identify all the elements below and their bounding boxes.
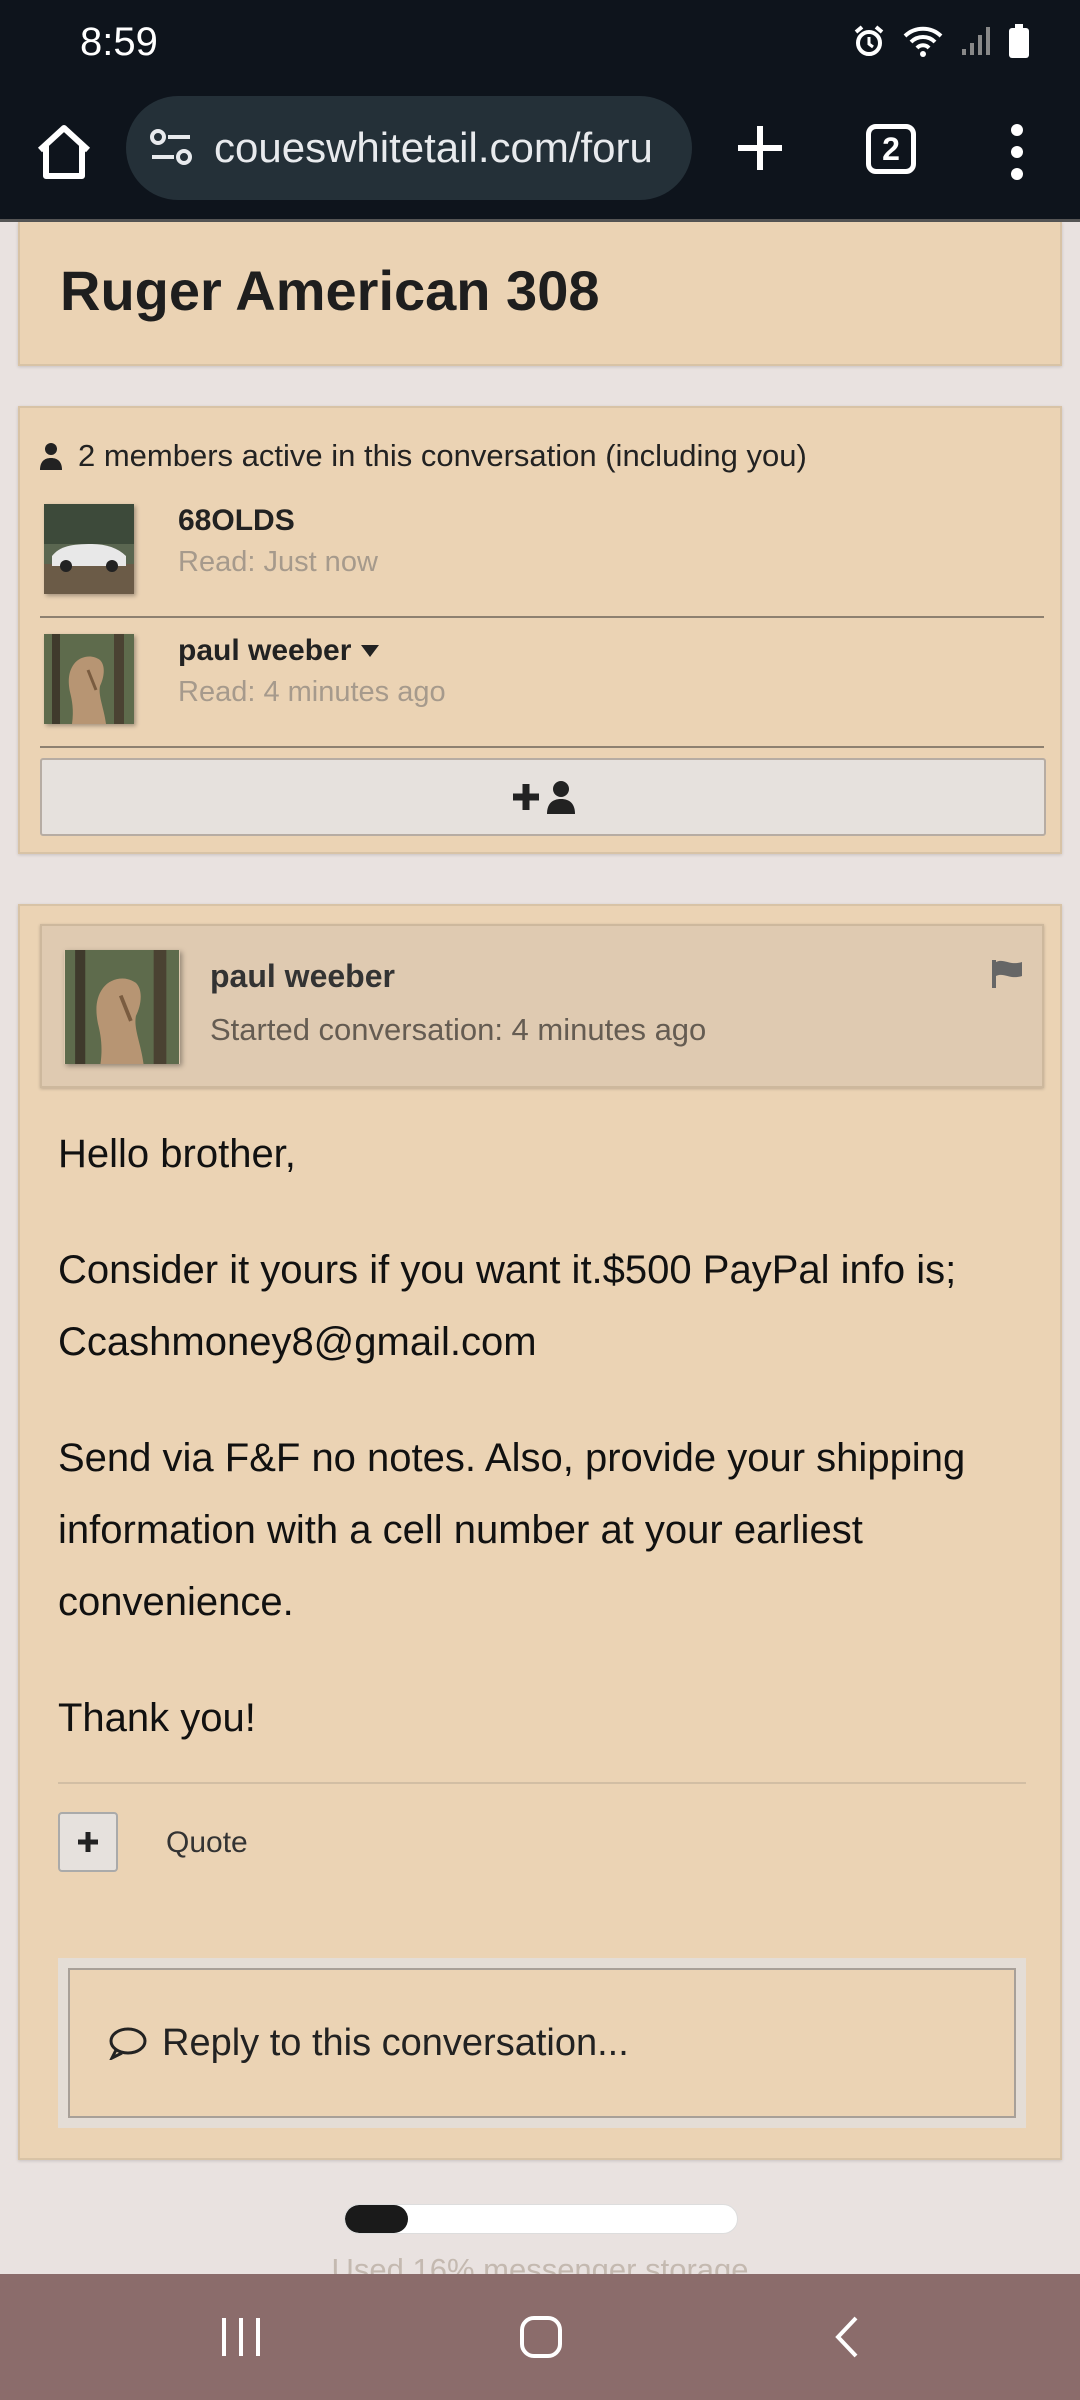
thread-title-card: Ruger American 308 bbox=[18, 222, 1062, 366]
storage-progress-fill bbox=[345, 2205, 408, 2233]
message-paragraph: Thank you! bbox=[58, 1696, 256, 1740]
message-started-time: Started conversation: 4 minutes ago bbox=[210, 1012, 707, 1047]
reply-placeholder[interactable]: Reply to this conversation... bbox=[162, 2022, 629, 2065]
message-author[interactable]: paul weeber bbox=[210, 958, 395, 995]
more-menu-icon[interactable] bbox=[1005, 120, 1029, 184]
recent-apps-icon[interactable] bbox=[218, 2314, 264, 2360]
message-body: Hello brother, Consider it yours if you … bbox=[58, 1118, 1038, 1798]
user-icon bbox=[40, 443, 62, 470]
member-read-status: Read: Just now bbox=[178, 546, 378, 578]
system-nav-bar bbox=[0, 2274, 1080, 2400]
invite-members-button[interactable] bbox=[40, 758, 1046, 836]
wifi-icon bbox=[903, 26, 943, 57]
chevron-down-icon[interactable] bbox=[361, 645, 380, 657]
home-icon[interactable] bbox=[32, 120, 96, 184]
home-nav-icon[interactable] bbox=[518, 2314, 564, 2360]
message-header: paul weeber Started conversation: 4 minu… bbox=[40, 924, 1044, 1088]
multi-quote-button[interactable] bbox=[58, 1812, 118, 1872]
reply-input[interactable]: Reply to this conversation... bbox=[68, 1968, 1016, 2118]
user-icon bbox=[547, 781, 575, 814]
avatar[interactable] bbox=[44, 634, 134, 724]
member-row: paul weeber Read: 4 minutes ago bbox=[40, 618, 1044, 748]
alarm-icon bbox=[854, 25, 884, 56]
divider bbox=[58, 1782, 1026, 1784]
message-paragraph: Send via F&F no notes. Also, provide you… bbox=[58, 1436, 966, 1624]
member-row: 68OLDS Read: Just now bbox=[40, 488, 1044, 618]
comment-icon bbox=[109, 2027, 147, 2060]
status-icons bbox=[852, 24, 1030, 58]
members-header: 2 members active in this conversation (i… bbox=[40, 438, 807, 474]
message-card: paul weeber Started conversation: 4 minu… bbox=[18, 904, 1062, 2160]
new-tab-icon[interactable] bbox=[730, 118, 790, 178]
address-bar[interactable]: coueswhitetail.com/foru bbox=[126, 96, 692, 200]
page-title: Ruger American 308 bbox=[60, 259, 600, 322]
quote-link[interactable]: Quote bbox=[166, 1826, 248, 1860]
url-text[interactable]: coueswhitetail.com/foru bbox=[214, 124, 684, 172]
browser-toolbar: coueswhitetail.com/foru 2 bbox=[0, 88, 1080, 222]
tab-count: 2 bbox=[882, 130, 900, 167]
member-read-status: Read: 4 minutes ago bbox=[178, 676, 446, 708]
member-name-text[interactable]: paul weeber bbox=[178, 634, 351, 668]
member-name[interactable]: 68OLDS bbox=[178, 504, 295, 538]
tab-switcher-button[interactable]: 2 bbox=[866, 124, 916, 174]
message-paragraph: Consider it yours if you want it.$500 Pa… bbox=[58, 1248, 957, 1364]
avatar[interactable] bbox=[64, 950, 180, 1064]
status-time: 8:59 bbox=[80, 20, 158, 64]
member-name[interactable]: paul weeber bbox=[178, 634, 380, 668]
reply-container: Reply to this conversation... bbox=[58, 1958, 1026, 2128]
avatar[interactable] bbox=[44, 504, 134, 594]
message-paragraph: Hello brother, bbox=[58, 1132, 296, 1176]
members-card: 2 members active in this conversation (i… bbox=[18, 406, 1062, 854]
report-flag-icon[interactable] bbox=[992, 960, 1022, 988]
plus-icon bbox=[78, 1832, 98, 1852]
members-header-text: 2 members active in this conversation (i… bbox=[78, 438, 807, 473]
plus-icon bbox=[513, 784, 539, 810]
storage-progress-bar bbox=[344, 2204, 738, 2234]
battery-icon bbox=[1009, 24, 1029, 58]
status-bar: 8:59 bbox=[0, 0, 1080, 88]
signal-icon bbox=[962, 27, 990, 55]
back-icon[interactable] bbox=[826, 2314, 872, 2360]
site-settings-icon[interactable] bbox=[148, 125, 194, 171]
